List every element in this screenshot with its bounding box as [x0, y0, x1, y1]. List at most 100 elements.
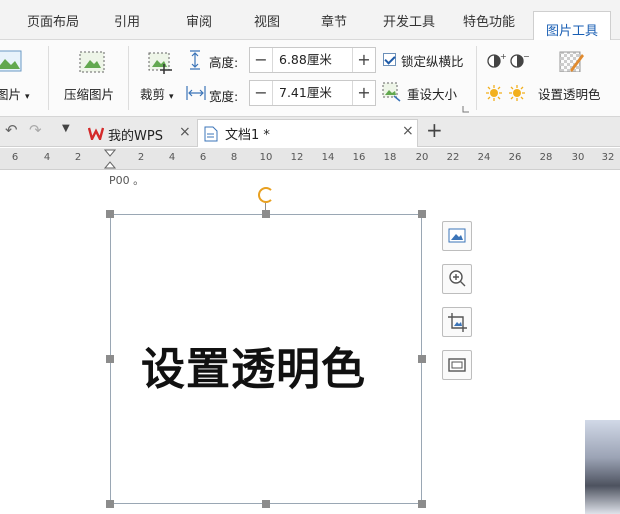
close-icon[interactable]: ×	[402, 123, 414, 139]
width-stepper[interactable]: − 7.41厘米 +	[249, 80, 376, 106]
width-label: 宽度:	[209, 89, 239, 104]
crop-icon	[148, 52, 172, 74]
ruler-tick: 4	[168, 152, 176, 163]
tab-references[interactable]: 引用	[114, 11, 140, 33]
width-decrease-button[interactable]: −	[250, 81, 272, 105]
indent-marker[interactable]	[104, 149, 116, 169]
image-layout-icon	[448, 228, 466, 243]
tab-picture-tools[interactable]: 图片工具	[533, 11, 612, 43]
height-input[interactable]: 6.88厘米	[272, 48, 353, 72]
close-icon[interactable]: ×	[179, 124, 191, 140]
svg-text:−: −	[523, 52, 530, 61]
compress-picture-button[interactable]: 压缩图片	[64, 84, 114, 103]
crop-quick-button[interactable]	[442, 307, 472, 337]
width-icon	[186, 86, 206, 100]
tab-label: 我的WPS	[108, 129, 163, 144]
ruler-tick: 32	[601, 152, 615, 163]
height-stepper[interactable]: − 6.88厘米 +	[249, 47, 376, 73]
height-decrease-button[interactable]: −	[250, 48, 272, 72]
reset-size-button[interactable]: 重设大小	[407, 84, 457, 103]
divider	[476, 46, 477, 110]
divider	[48, 46, 49, 110]
wps-logo-icon	[88, 127, 104, 140]
set-transparent-color-button[interactable]: 设置透明色	[538, 84, 601, 103]
resize-handle-bottom-left[interactable]	[106, 500, 114, 508]
chevron-down-icon: ▾	[25, 92, 30, 102]
tab-review[interactable]: 审阅	[186, 11, 212, 33]
resize-handle-top-left[interactable]	[106, 210, 114, 218]
width-input[interactable]: 7.41厘米	[272, 81, 353, 105]
svg-text:+: +	[500, 52, 507, 61]
ruler-tick: 8	[230, 152, 238, 163]
rotate-handle-icon[interactable]	[258, 187, 274, 203]
layout-options-button[interactable]	[442, 221, 472, 251]
resize-handle-top[interactable]	[262, 210, 270, 218]
tab-page-layout[interactable]: 页面布局	[27, 11, 79, 33]
ruler-tick: 2	[137, 152, 145, 163]
picture-label: 图片	[0, 87, 22, 102]
tab-label: 文档1 *	[225, 128, 270, 143]
crop-button[interactable]: 裁剪 ▾	[140, 84, 174, 103]
tab-my-wps[interactable]: 我的WPS ×	[80, 120, 196, 147]
ruler-tick: 6	[11, 152, 19, 163]
redo-icon[interactable]: ↷	[29, 121, 42, 139]
set-transparent-color-icon	[559, 51, 584, 72]
resize-handle-left[interactable]	[106, 355, 114, 363]
blurred-overlay	[585, 420, 620, 514]
contrast-icon[interactable]: + −	[486, 52, 530, 70]
width-increase-button[interactable]: +	[353, 81, 375, 105]
resize-handle-top-right[interactable]	[418, 210, 426, 218]
height-icon	[190, 50, 200, 70]
tab-developer-tools[interactable]: 开发工具	[383, 11, 435, 33]
paragraph-mark: P00 。	[109, 174, 145, 187]
brightness-icon[interactable]	[486, 84, 530, 102]
ruler-tick: 24	[477, 152, 491, 163]
ruler-tick: 28	[539, 152, 553, 163]
tab-view[interactable]: 视图	[254, 11, 280, 33]
height-increase-button[interactable]: +	[353, 48, 375, 72]
border-quick-button[interactable]	[442, 350, 472, 380]
resize-handle-bottom[interactable]	[262, 500, 270, 508]
dialog-launcher-icon[interactable]	[462, 105, 470, 113]
ruler-tick: 30	[571, 152, 585, 163]
document-tab-bar: ↶ ↷ ▼ 我的WPS × 文档1 * × +	[0, 117, 620, 147]
document-icon	[204, 126, 218, 142]
crop-label: 裁剪	[140, 87, 166, 102]
ruler-tick: 18	[383, 152, 397, 163]
picture-icon	[0, 50, 22, 72]
new-tab-button[interactable]: +	[426, 118, 443, 142]
ruler-tick: 4	[43, 152, 51, 163]
ruler-tick: 10	[259, 152, 273, 163]
resize-handle-bottom-right[interactable]	[418, 500, 426, 508]
tab-special-features[interactable]: 特色功能	[463, 11, 515, 33]
ribbon: 图片 ▾ 压缩图片 裁剪 ▾ 高度: − 6.88厘米 + 宽度: − 7.41…	[0, 40, 620, 117]
lock-aspect-ratio-label: 锁定纵横比	[401, 54, 464, 69]
chevron-down-icon[interactable]: ▼	[62, 123, 70, 134]
picture-button[interactable]: 图片 ▾	[0, 84, 30, 103]
horizontal-ruler[interactable]: 6 4 2 2 4 6 8 10 12 14 16 18 20 22 24 26…	[0, 148, 620, 170]
zoom-preview-button[interactable]	[442, 264, 472, 294]
ruler-tick: 12	[290, 152, 304, 163]
reset-size-icon	[382, 82, 401, 102]
ruler-tick: 22	[446, 152, 460, 163]
compress-picture-icon	[79, 51, 105, 73]
ruler-tick: 20	[415, 152, 429, 163]
ruler-tick: 26	[508, 152, 522, 163]
undo-icon[interactable]: ↶	[5, 121, 18, 139]
divider	[128, 46, 129, 110]
height-label: 高度:	[209, 55, 239, 70]
tab-document-1[interactable]: 文档1 * ×	[197, 119, 418, 147]
ruler-tick: 6	[199, 152, 207, 163]
border-frame-icon	[448, 358, 466, 372]
lock-aspect-ratio-checkbox[interactable]	[383, 53, 396, 66]
crop-icon	[448, 313, 467, 332]
ruler-tick: 16	[352, 152, 366, 163]
ruler-tick: 2	[74, 152, 82, 163]
tab-section[interactable]: 章节	[321, 11, 347, 33]
resize-handle-right[interactable]	[418, 355, 426, 363]
chevron-down-icon: ▾	[169, 92, 174, 102]
zoom-in-icon	[449, 270, 466, 287]
selected-image[interactable]: 设置透明色	[110, 214, 422, 504]
menu-bar: 页面布局 引用 审阅 视图 章节 开发工具 特色功能 图片工具	[0, 0, 620, 43]
image-text: 设置透明色	[141, 344, 366, 395]
